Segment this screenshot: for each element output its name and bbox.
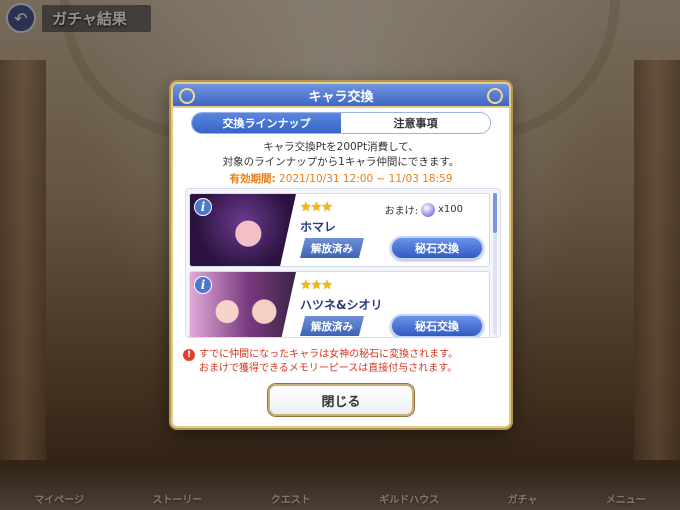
description-line: キャラ交換Ptを200Pt消費して、: [263, 141, 419, 153]
rarity-stars: ★★★: [300, 278, 333, 293]
bonus-label: おまけ:: [384, 206, 418, 217]
character-name: ハツネ&シオリ: [300, 298, 383, 312]
period-value: 2021/10/31 12:00 ~ 11/03 18:59: [279, 173, 453, 185]
status-badge: 解放済み: [300, 316, 364, 336]
list-item: i ★★★ ハツネ&シオリ 解放済み 秘石交換: [189, 271, 490, 337]
tab-exchange-lineup[interactable]: 交換ラインナップ: [192, 113, 341, 133]
character-exchange-dialog: キャラ交換 交換ラインナップ 注意事項 キャラ交換Ptを200Pt消費して、 対…: [171, 82, 511, 428]
lineup-list[interactable]: i ★★★ ホマレ おまけ: x100 解放済み 秘石交換 i ★★★ ハツネ&…: [185, 188, 501, 338]
tab-bar: 交換ラインナップ 注意事項: [191, 112, 491, 134]
memory-piece-icon: [420, 202, 435, 217]
note-line: すでに仲間になったキャラは女神の秘石に変換されます。: [199, 349, 459, 360]
description-line: 対象のラインナップから1キャラ仲間にできます。: [222, 156, 460, 168]
rarity-stars: ★★★: [300, 200, 333, 215]
exchange-button[interactable]: 秘石交換: [390, 314, 484, 337]
bonus-info: おまけ: x100: [385, 202, 463, 217]
close-button[interactable]: 閉じる: [268, 384, 414, 416]
warning-notes: ! すでに仲間になったキャラは女神の秘石に変換されます。 おまけで獲得できるメモ…: [183, 348, 503, 376]
info-icon[interactable]: i: [194, 198, 212, 216]
note-line: おまけで獲得できるメモリーピースは直接付与されます。: [199, 363, 458, 374]
status-badge: 解放済み: [300, 238, 364, 258]
exchange-button[interactable]: 秘石交換: [390, 236, 484, 260]
list-item: i ★★★ ホマレ おまけ: x100 解放済み 秘石交換: [189, 193, 490, 267]
period-label: 有効期間:: [229, 173, 276, 185]
scrollbar[interactable]: [493, 193, 497, 335]
bonus-value: x100: [437, 204, 463, 215]
valid-period: 有効期間: 2021/10/31 12:00 ~ 11/03 18:59: [173, 171, 509, 186]
character-name: ホマレ: [300, 220, 337, 234]
scrollbar-thumb[interactable]: [493, 193, 497, 233]
tab-notes[interactable]: 注意事項: [341, 113, 490, 133]
dialog-title: キャラ交換: [173, 84, 509, 108]
info-icon[interactable]: i: [194, 276, 212, 294]
description: キャラ交換Ptを200Pt消費して、 対象のラインナップから1キャラ仲間にできま…: [173, 140, 509, 170]
warning-icon: !: [183, 349, 195, 361]
